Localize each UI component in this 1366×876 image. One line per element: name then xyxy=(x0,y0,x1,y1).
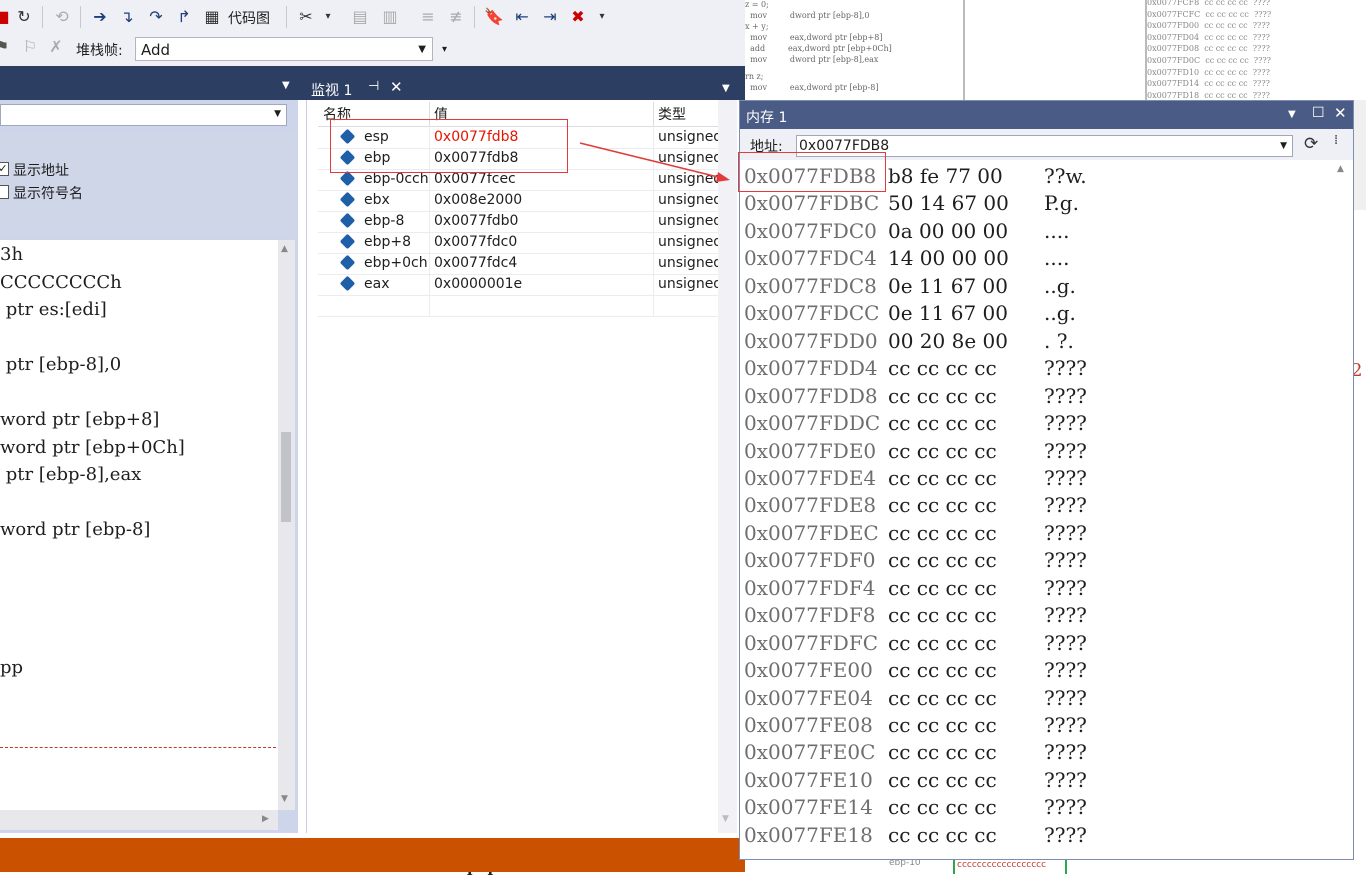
annotation-arrow xyxy=(579,142,730,182)
